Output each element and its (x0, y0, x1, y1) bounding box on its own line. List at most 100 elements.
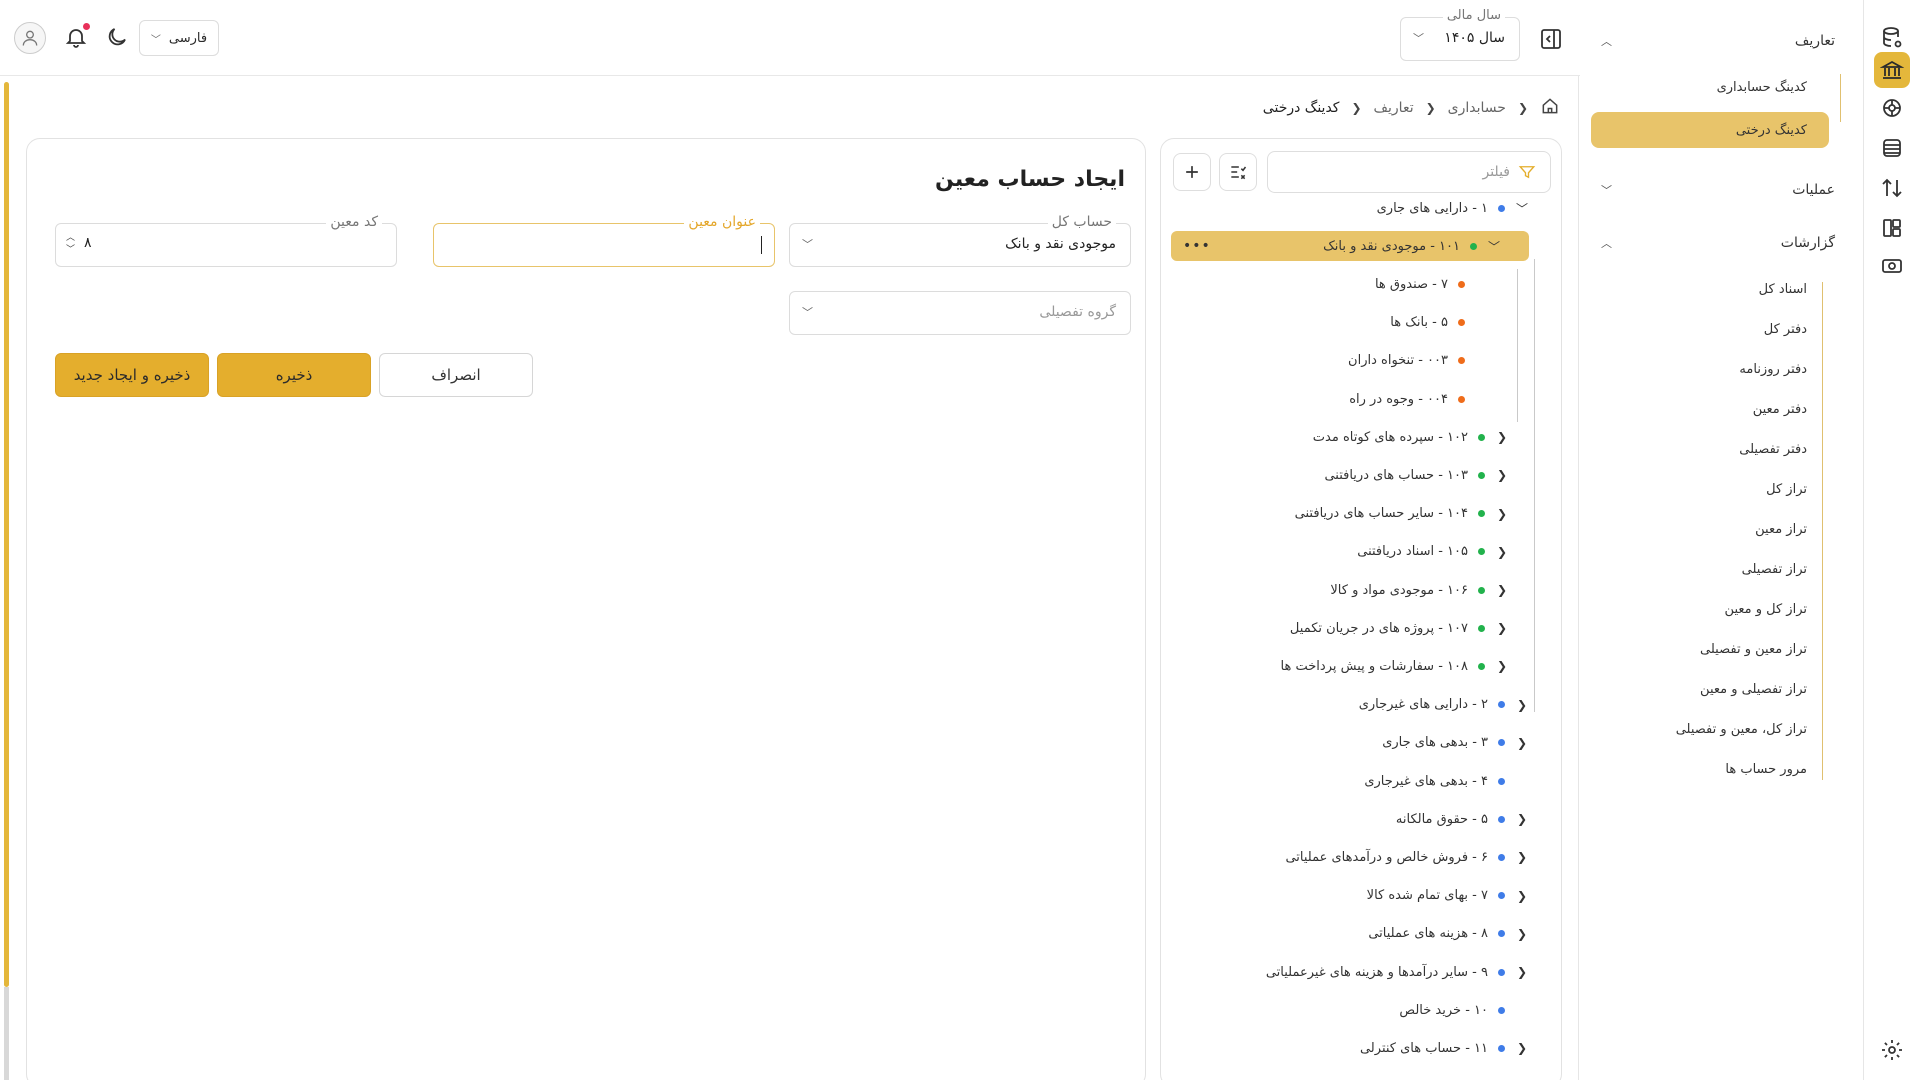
chevron-down-icon[interactable]: ﹀ (1487, 238, 1501, 255)
home-icon[interactable] (1540, 96, 1560, 120)
page-scrollbar-track[interactable] (4, 987, 9, 1080)
sidebar: تعاریف ︿ کدینگ حسابداری کدینگ درختی عملی… (1578, 0, 1864, 1080)
tree-node[interactable]: ❮ ۵ - حقوق مالکانه (1396, 804, 1529, 834)
general-account-select[interactable]: حساب کل موجودی نقد و بانک ﹀ (789, 214, 1131, 267)
status-dot (1458, 280, 1465, 288)
notification-bell-icon[interactable] (61, 22, 91, 52)
user-avatar-icon[interactable] (14, 22, 46, 54)
sidebar-item-report[interactable]: تراز معین (1755, 522, 1807, 537)
save-and-new-button[interactable]: ذخیره و ایجاد جدید (55, 353, 209, 397)
sidebar-item-report[interactable]: دفتر تفصیلی (1739, 442, 1807, 457)
sidebar-item-report[interactable]: دفتر معین (1753, 402, 1807, 417)
tree-node[interactable]: ❮ ۶ - فروش خالص و درآمدهای عملیاتی (1285, 842, 1529, 872)
sidebar-group-definitions[interactable]: تعاریف ︿ (1577, 26, 1863, 56)
sidebar-item-report[interactable]: مرور حساب ها (1725, 762, 1807, 777)
chevron-down-icon[interactable]: ﹀ (1515, 200, 1529, 217)
more-options-icon[interactable]: ••• (1183, 238, 1211, 254)
tree-node[interactable]: ۰۰۳ - تنخواه داران (1348, 346, 1489, 376)
chevron-left-icon[interactable]: ❮ (1515, 850, 1529, 864)
chevron-left-icon[interactable]: ❮ (1495, 468, 1509, 482)
save-button[interactable]: ذخیره (217, 353, 371, 397)
page-scrollbar-thumb[interactable] (4, 82, 9, 987)
tree-node[interactable]: ۴ - بدهی های غیرجاری (1364, 766, 1529, 796)
tree-node[interactable]: ۰۰۴ - وجوه در راه (1349, 384, 1489, 414)
tree-node[interactable]: ❮ ۲ - دارایی های غیرجاری (1359, 690, 1529, 720)
gear-icon[interactable] (1874, 1032, 1910, 1068)
subsidiary-title-input[interactable]: عنوان معین (433, 214, 775, 267)
tree-node[interactable]: ۷ - صندوق ها (1375, 269, 1489, 299)
chevron-left-icon[interactable]: ❮ (1515, 965, 1529, 979)
chevron-left-icon[interactable]: ❮ (1495, 507, 1509, 521)
fiscal-year-select[interactable]: سال مالی سال ۱۴۰۵ ﹀ (1400, 8, 1520, 61)
sidebar-item-report[interactable]: دفتر روزنامه (1739, 362, 1807, 377)
breadcrumb-item[interactable]: حسابداری (1448, 100, 1506, 116)
tree-node[interactable]: ❮ ۱۰۷ - پروژه های در جریان تکمیل (1290, 613, 1509, 643)
detail-group-select[interactable]: گروه تفصیلی ﹀ (789, 291, 1131, 335)
tree-node[interactable]: ۵ - بانک ها (1390, 308, 1489, 338)
chevron-left-icon[interactable]: ❮ (1515, 889, 1529, 903)
settings-wheel-icon[interactable] (1874, 90, 1910, 126)
sidebar-item-report[interactable]: دفتر کل (1764, 322, 1807, 337)
tree-node[interactable]: ❮ ۱۰۲ - سپرده های کوتاه مدت (1313, 422, 1509, 452)
tree-node[interactable]: ❮ ۱۰۴ - سایر حساب های دریافتنی (1295, 499, 1509, 529)
tree-node[interactable]: ❮ ۹ - سایر درآمدها و هزینه های غیرعملیاتی (1266, 957, 1529, 987)
add-node-button[interactable] (1173, 153, 1211, 191)
layout-grid-icon[interactable] (1874, 210, 1910, 246)
transfer-arrows-icon[interactable] (1874, 170, 1910, 206)
tree-node[interactable]: ﹀ ۱ - دارایی های جاری (1377, 193, 1529, 223)
tree-node[interactable]: ۱۰ - خرید خالص (1399, 995, 1529, 1025)
chevron-left-icon[interactable]: ❮ (1515, 1041, 1529, 1055)
sidebar-item-report[interactable]: تراز کل، معین و تفصیلی (1676, 722, 1807, 737)
tree-node[interactable]: ❮ ۱۰۳ - حساب های دریافتنی (1324, 460, 1509, 490)
sidebar-group-reports[interactable]: گزارشات ︿ (1577, 228, 1863, 258)
dark-mode-moon-icon[interactable] (102, 22, 132, 52)
tree-node[interactable]: ❮ ۱۰۵ - اسناد دریافتنی (1357, 537, 1509, 567)
sidebar-item-report[interactable]: تراز کل (1766, 482, 1807, 497)
chevron-left-icon[interactable]: ❮ (1515, 812, 1529, 826)
tree-node-selected[interactable]: ﹀ ۱۰۱ - موجودی نقد و بانک ••• (1171, 231, 1529, 262)
ledger-icon[interactable] (1874, 130, 1910, 166)
sidebar-item-report[interactable]: تراز کل و معین (1725, 602, 1807, 617)
subsidiary-code-input[interactable]: کد معین ︿ ﹀ ۸ (55, 214, 397, 267)
chevron-left-icon[interactable]: ❮ (1495, 545, 1509, 559)
database-settings-icon[interactable] (1874, 20, 1910, 56)
tree-filter-input[interactable]: فیلتر (1267, 151, 1551, 193)
sidebar-item-accounting-coding[interactable]: کدینگ حسابداری (1717, 80, 1807, 95)
cancel-button[interactable]: انصراف (379, 353, 533, 397)
chevron-left-icon[interactable]: ❮ (1495, 659, 1509, 673)
sidebar-item-report[interactable]: تراز تفصیلی (1742, 562, 1807, 577)
tree-node-label: ۷ - صندوق ها (1374, 276, 1448, 292)
breadcrumb-item[interactable]: تعاریف (1374, 100, 1414, 116)
sidebar-item-report[interactable]: تراز معین و تفصیلی (1700, 642, 1807, 657)
status-dot (1498, 701, 1505, 709)
language-select[interactable]: فارسی ﹀ (139, 20, 219, 56)
tree-node[interactable]: ❮ ۸ - هزینه های عملیاتی (1368, 919, 1529, 949)
sidebar-item-tree-coding[interactable]: کدینگ درختی (1591, 112, 1829, 148)
chevron-left-icon[interactable]: ❮ (1515, 698, 1529, 712)
status-dot (1478, 471, 1485, 479)
tree-node-label: ۱ - دارایی های جاری (1376, 200, 1488, 216)
tree-node-label: ۰۰۴ - وجوه در راه (1349, 391, 1448, 407)
bank-icon[interactable] (1874, 52, 1910, 88)
chevron-left-icon[interactable]: ❮ (1495, 583, 1509, 597)
chevron-left-icon[interactable]: ❮ (1515, 927, 1529, 941)
tree-node[interactable]: ❮ ۷ - بهای تمام شده کالا (1367, 881, 1529, 911)
tree-node[interactable]: ❮ ۳ - بدهی های جاری (1382, 728, 1529, 758)
chevron-left-icon[interactable]: ❮ (1515, 736, 1529, 750)
sidebar-group-operations[interactable]: عملیات ﹀ (1577, 175, 1863, 205)
sidebar-item-report[interactable]: تراز تفصیلی و معین (1700, 682, 1807, 697)
tree-node-label: ۱۰۸ - سفارشات و پیش پرداخت ها (1280, 658, 1468, 674)
chevron-left-icon[interactable]: ❮ (1495, 621, 1509, 635)
sidebar-item-report[interactable]: اسناد کل (1759, 282, 1807, 297)
sidebar-collapse-icon[interactable] (1536, 24, 1566, 54)
chevron-left-icon[interactable]: ❮ (1495, 430, 1509, 444)
chevron-down-icon: ﹀ (802, 306, 813, 319)
tree-node[interactable]: ❮ ۱۰۶ - موجودی مواد و کالا (1330, 575, 1509, 605)
number-stepper-icon[interactable]: ︿ ﹀ (66, 232, 75, 256)
plus-icon (1186, 166, 1198, 178)
cash-icon[interactable] (1874, 248, 1910, 284)
tree-options-button[interactable] (1219, 153, 1257, 191)
tree-node-label: ۱۰۴ - سایر حساب های دریافتنی (1294, 506, 1468, 522)
tree-node[interactable]: ❮ ۱۰۸ - سفارشات و پیش پرداخت ها (1281, 651, 1509, 681)
tree-node[interactable]: ❮ ۱۱ - حساب های کنترلی (1360, 1033, 1529, 1063)
